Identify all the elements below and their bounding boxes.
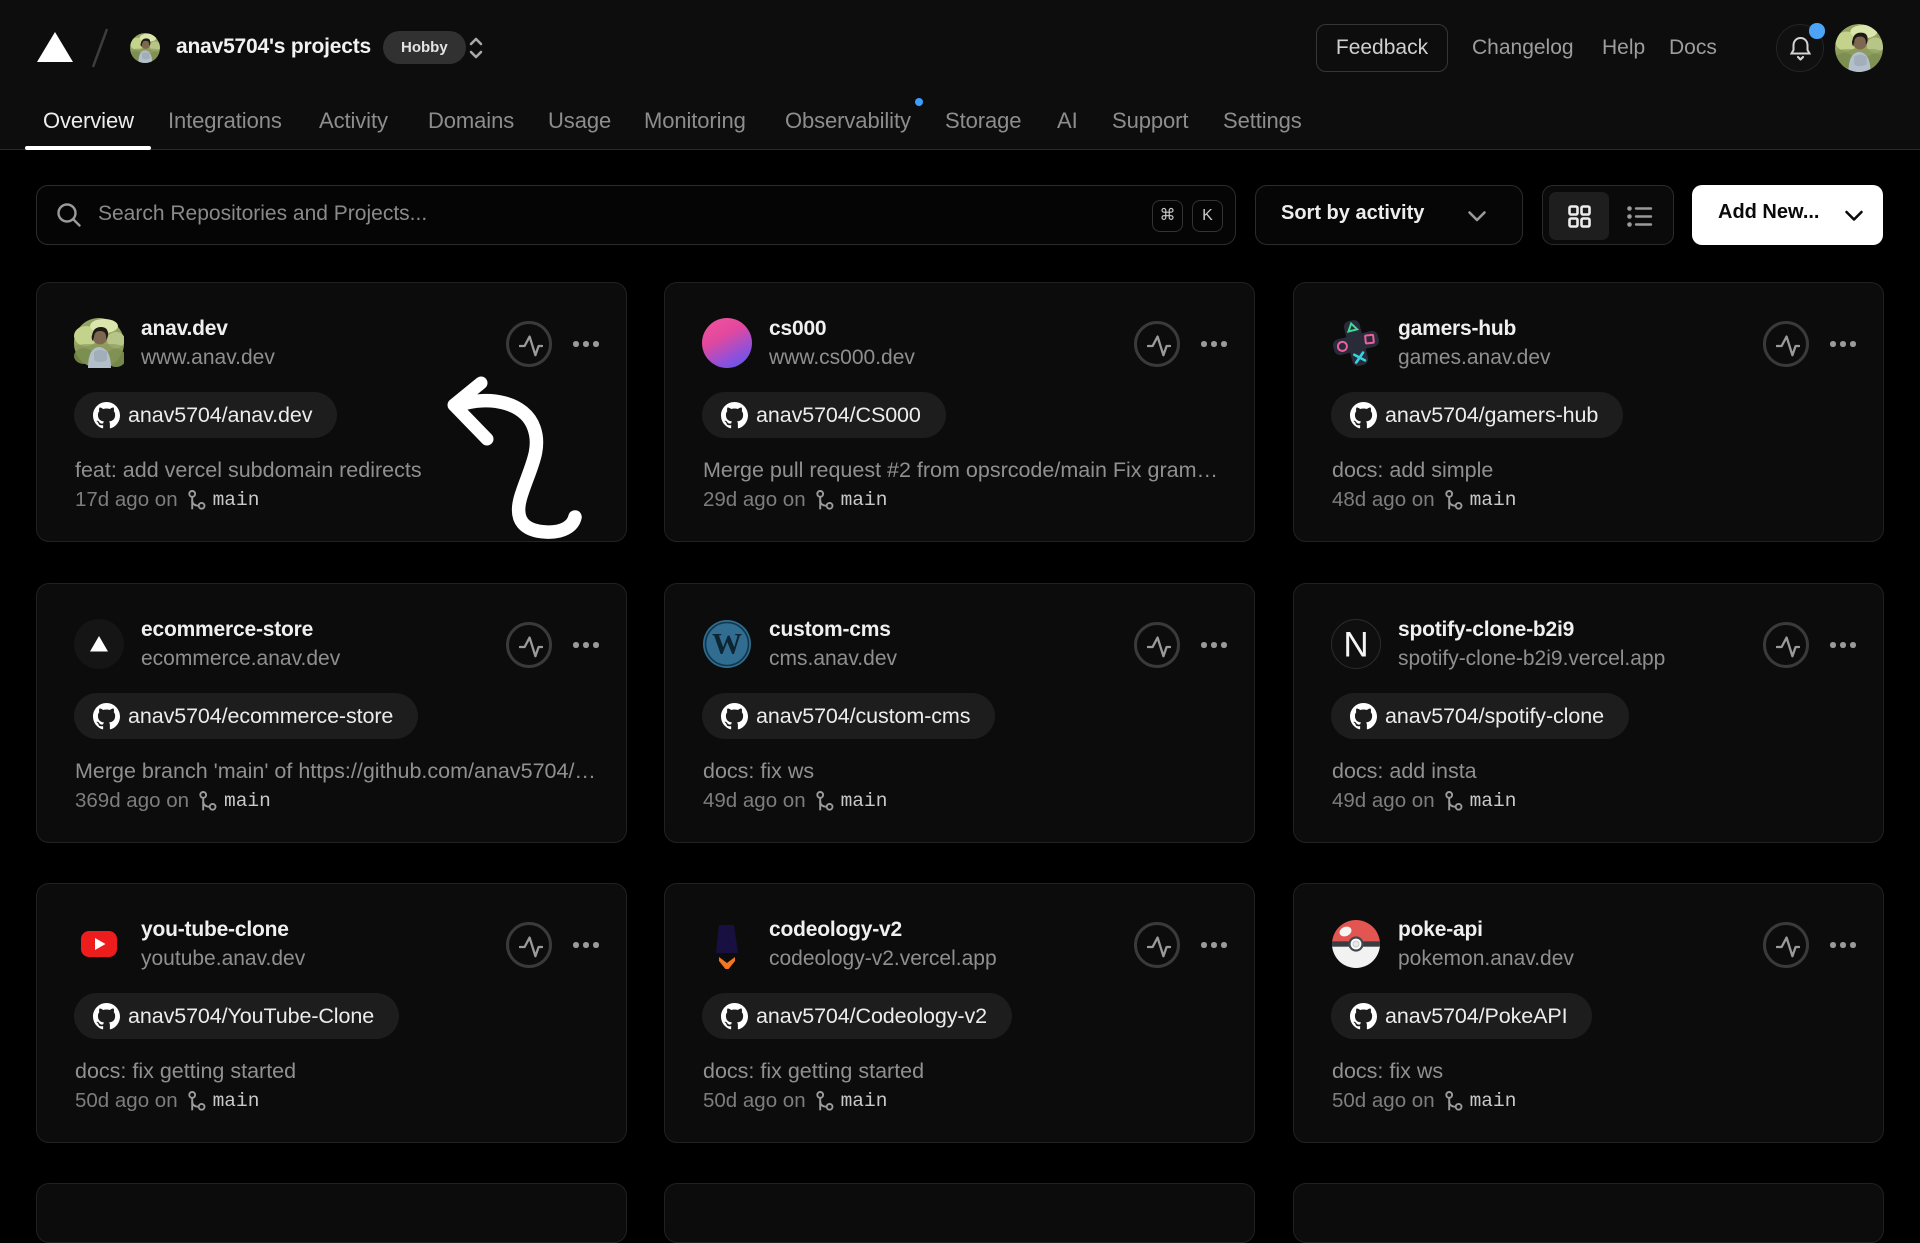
svg-text:W: W <box>712 628 742 661</box>
svg-text:N: N <box>1343 626 1368 665</box>
